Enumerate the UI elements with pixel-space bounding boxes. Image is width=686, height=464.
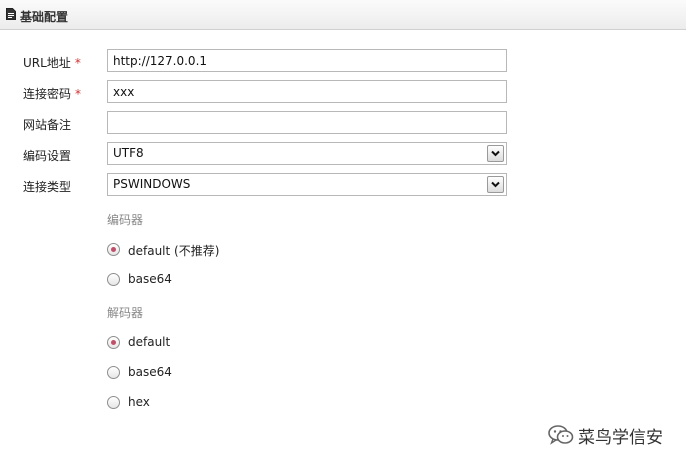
note-label: 网站备注 <box>23 116 71 133</box>
url-label: URL地址 * <box>23 54 81 71</box>
type-select-value: PSWINDOWS <box>113 177 191 191</box>
note-label-text: 网站备注 <box>23 118 72 132</box>
panel-title: 基础配置 <box>20 10 69 24</box>
password-label: 连接密码 * <box>23 85 81 102</box>
radio-button[interactable] <box>107 336 120 349</box>
radio-label: base64 <box>128 365 172 379</box>
required-mark: * <box>74 56 81 70</box>
chevron-down-icon <box>491 181 500 188</box>
required-mark: * <box>75 87 82 101</box>
type-label: 连接类型 <box>23 178 71 195</box>
chevron-down-icon <box>491 150 500 157</box>
watermark-text: 菜鸟学信安 <box>578 428 663 448</box>
encoding-label: 编码设置 <box>23 147 71 164</box>
radio-button[interactable] <box>107 396 120 409</box>
encoding-select-value: UTF8 <box>113 146 144 160</box>
dropdown-button[interactable] <box>487 176 504 193</box>
url-input[interactable] <box>107 49 507 72</box>
radio-label: default <box>128 335 171 349</box>
radio-label: default (不推荐) <box>128 244 220 258</box>
type-select[interactable]: PSWINDOWS <box>107 173 507 196</box>
type-label-text: 连接类型 <box>23 180 72 194</box>
wechat-icon <box>548 425 574 445</box>
panel-header: 基础配置 <box>0 0 686 30</box>
radio-label: base64 <box>128 272 172 286</box>
radio-label: hex <box>128 395 150 409</box>
radio-button[interactable] <box>107 273 120 286</box>
encoding-select[interactable]: UTF8 <box>107 142 507 165</box>
password-input[interactable] <box>107 80 507 103</box>
dropdown-button[interactable] <box>487 145 504 162</box>
decoder-group-label: 解码器 <box>107 306 144 320</box>
note-input[interactable] <box>107 111 507 134</box>
document-icon <box>6 8 16 20</box>
radio-button[interactable] <box>107 243 120 256</box>
encoder-group-label: 编码器 <box>107 213 144 227</box>
encoding-label-text: 编码设置 <box>23 149 72 163</box>
radio-button[interactable] <box>107 366 120 379</box>
url-label-text: URL地址 <box>23 56 71 70</box>
password-label-text: 连接密码 <box>23 87 72 101</box>
